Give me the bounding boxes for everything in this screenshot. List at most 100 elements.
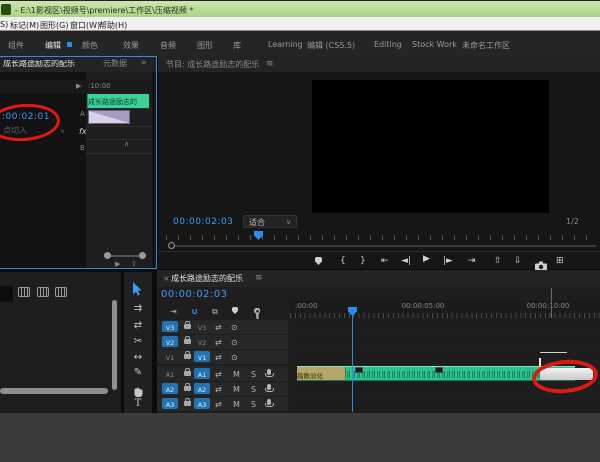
sync-lock-icon[interactable]: ⇄ xyxy=(215,353,222,362)
track-target-v3[interactable]: V3 xyxy=(194,321,210,332)
track-target-a3[interactable]: A3 xyxy=(194,398,210,409)
more-panels-icon[interactable]: » xyxy=(141,59,147,68)
source-patch-a3[interactable]: A3 xyxy=(162,398,178,409)
workspace-libraries[interactable]: 库 xyxy=(233,40,241,51)
panel-menu-icon[interactable]: ≡ xyxy=(266,60,274,69)
voiceover-record-mic-icon[interactable] xyxy=(267,399,271,405)
field-chevron-icon[interactable]: ∨ xyxy=(60,128,65,135)
sync-lock-icon[interactable]: ⇄ xyxy=(215,400,222,409)
ripple-edit-tool-icon[interactable]: ⇄ xyxy=(131,320,145,331)
audio-fade-ramp[interactable] xyxy=(88,110,130,124)
bin-icon-3[interactable] xyxy=(55,287,67,297)
track-content-a2[interactable] xyxy=(290,382,600,396)
goto-in-icon[interactable]: ⇤ xyxy=(381,256,389,266)
sync-lock-icon[interactable]: ⇄ xyxy=(215,338,222,347)
slip-tool-icon[interactable]: ↔ xyxy=(131,352,145,363)
program-timecode[interactable]: 00:00:02:03 xyxy=(173,218,233,227)
project-horizontal-scrollbar[interactable] xyxy=(0,388,108,394)
mini-zoom-handle-right[interactable] xyxy=(139,252,146,259)
program-tab-label[interactable]: 节目: 成长路途励志的配乐 xyxy=(166,61,259,69)
track-target-a1[interactable]: A1 xyxy=(194,368,210,379)
sync-lock-icon[interactable]: ⇄ xyxy=(215,385,222,394)
pen-tool-icon[interactable]: ✎ xyxy=(131,367,145,378)
project-item-thumbnail[interactable] xyxy=(0,286,13,302)
source-patch-a1[interactable]: A1 xyxy=(162,368,178,379)
source-timecode[interactable]: :00:02:01 xyxy=(2,113,50,122)
voiceover-record-mic-icon[interactable] xyxy=(267,384,271,390)
mini-play-icon[interactable]: ▶ xyxy=(115,261,120,268)
mini-timeline-collapse-icon[interactable]: ▶ xyxy=(76,83,81,90)
timeline-playhead-line[interactable] xyxy=(352,315,353,412)
toggle-track-output-eye-icon[interactable]: ⊙ xyxy=(231,338,238,347)
close-tab-icon[interactable]: × xyxy=(163,275,170,283)
workspace-editing-active[interactable]: 编辑 xyxy=(45,40,61,51)
lock-icon[interactable] xyxy=(184,339,191,344)
menu-graphics[interactable]: 图形(G) xyxy=(40,20,68,31)
mute-button[interactable]: M xyxy=(233,370,240,379)
voiceover-record-mic-icon[interactable] xyxy=(267,369,271,375)
workspace-graphics[interactable]: 图形 xyxy=(197,40,213,51)
lock-icon[interactable] xyxy=(184,401,191,406)
mute-button[interactable]: M xyxy=(233,400,240,409)
bin-icon-1[interactable] xyxy=(18,287,30,297)
menu-marker[interactable]: 标记(M) xyxy=(10,20,39,31)
linked-selection-icon[interactable]: ⧉ xyxy=(212,307,218,317)
audio-clip[interactable]: 指数淡化 xyxy=(297,366,575,381)
mini-export-icon[interactable]: ⇧ xyxy=(131,261,137,268)
workspace-unnamed[interactable]: 未命名工作区 xyxy=(462,40,510,51)
tab-metadata[interactable]: 元数据 xyxy=(103,60,127,68)
type-tool-icon[interactable]: T xyxy=(131,399,145,409)
solo-button[interactable]: S xyxy=(251,385,256,394)
track-content-v2[interactable] xyxy=(290,335,600,349)
workspace-editing-cs55[interactable]: 编辑 (CS5.5) xyxy=(307,40,355,51)
zoom-level-select[interactable]: 适合 ∨ xyxy=(243,215,297,228)
toggle-track-output-eye-icon[interactable]: ⊙ xyxy=(231,323,238,332)
panel-menu-icon[interactable]: ≡ xyxy=(255,274,263,283)
lock-icon[interactable] xyxy=(184,386,191,391)
workspace-editing-en[interactable]: Editing xyxy=(374,40,402,49)
mute-button[interactable]: M xyxy=(233,385,240,394)
sequence-tab-label[interactable]: 成长路途励志的配乐 xyxy=(171,275,243,283)
source-patch-a2[interactable]: A2 xyxy=(162,383,178,394)
program-video-frame[interactable] xyxy=(312,80,549,213)
audio-transition-exponential-fade[interactable]: 指数淡化 xyxy=(297,367,346,380)
solo-button[interactable]: S xyxy=(251,400,256,409)
track-target-a2[interactable]: A2 xyxy=(194,383,210,394)
track-target-v2[interactable]: V2 xyxy=(194,336,210,347)
expand-caret-icon[interactable]: ∧ xyxy=(124,141,129,148)
mini-zoom-bar[interactable] xyxy=(108,255,142,257)
track-content-v3[interactable] xyxy=(290,320,600,334)
source-patch-v1[interactable]: V1 xyxy=(162,351,178,362)
selected-end-transition[interactable] xyxy=(540,368,593,380)
workspace-color[interactable]: 颜色 xyxy=(82,40,98,51)
snap-magnet-icon[interactable]: ∩ xyxy=(191,306,198,316)
menu-sequence[interactable]: S) xyxy=(0,20,8,29)
program-scrollbar[interactable] xyxy=(172,245,596,247)
sync-lock-icon[interactable]: ⇄ xyxy=(215,370,222,379)
project-vertical-scrollbar[interactable] xyxy=(112,300,117,390)
toggle-track-output-eye-icon[interactable]: ⊙ xyxy=(231,353,238,362)
goto-out-icon[interactable]: ⇥ xyxy=(468,256,476,266)
in-point-field[interactable]: 点切入 xyxy=(3,127,27,135)
step-forward-icon[interactable]: |► xyxy=(443,257,453,266)
menu-help[interactable]: 帮助(H) xyxy=(99,20,127,31)
workspace-effects[interactable]: 效果 xyxy=(123,40,139,51)
workspace-assembly[interactable]: 组件 xyxy=(8,40,24,51)
workspace-audio[interactable]: 音频 xyxy=(160,40,176,51)
track-select-tool-icon[interactable]: ⇉ xyxy=(131,303,145,314)
selection-tool-icon[interactable] xyxy=(132,281,143,300)
mini-zoom-handle-left[interactable] xyxy=(104,252,111,259)
workspace-stock-work[interactable]: Stock Work xyxy=(412,40,457,49)
play-button-icon[interactable]: ▶ xyxy=(423,255,430,264)
menu-window[interactable]: 窗口(W) xyxy=(70,20,100,31)
program-scrubber-ticks[interactable] xyxy=(166,235,596,240)
tab-clip-name[interactable]: 成长路途励志的配乐 xyxy=(3,60,75,68)
extract-icon[interactable]: ⇩ xyxy=(514,256,522,266)
workspace-learning[interactable]: Learning xyxy=(268,40,303,49)
lift-icon[interactable]: ⇧ xyxy=(494,256,502,266)
button-editor-icon[interactable]: ⊞ xyxy=(556,256,564,266)
lock-icon[interactable] xyxy=(184,371,191,376)
lock-icon[interactable] xyxy=(184,354,191,359)
lock-icon[interactable] xyxy=(184,324,191,329)
bin-icon-2[interactable] xyxy=(37,287,49,297)
